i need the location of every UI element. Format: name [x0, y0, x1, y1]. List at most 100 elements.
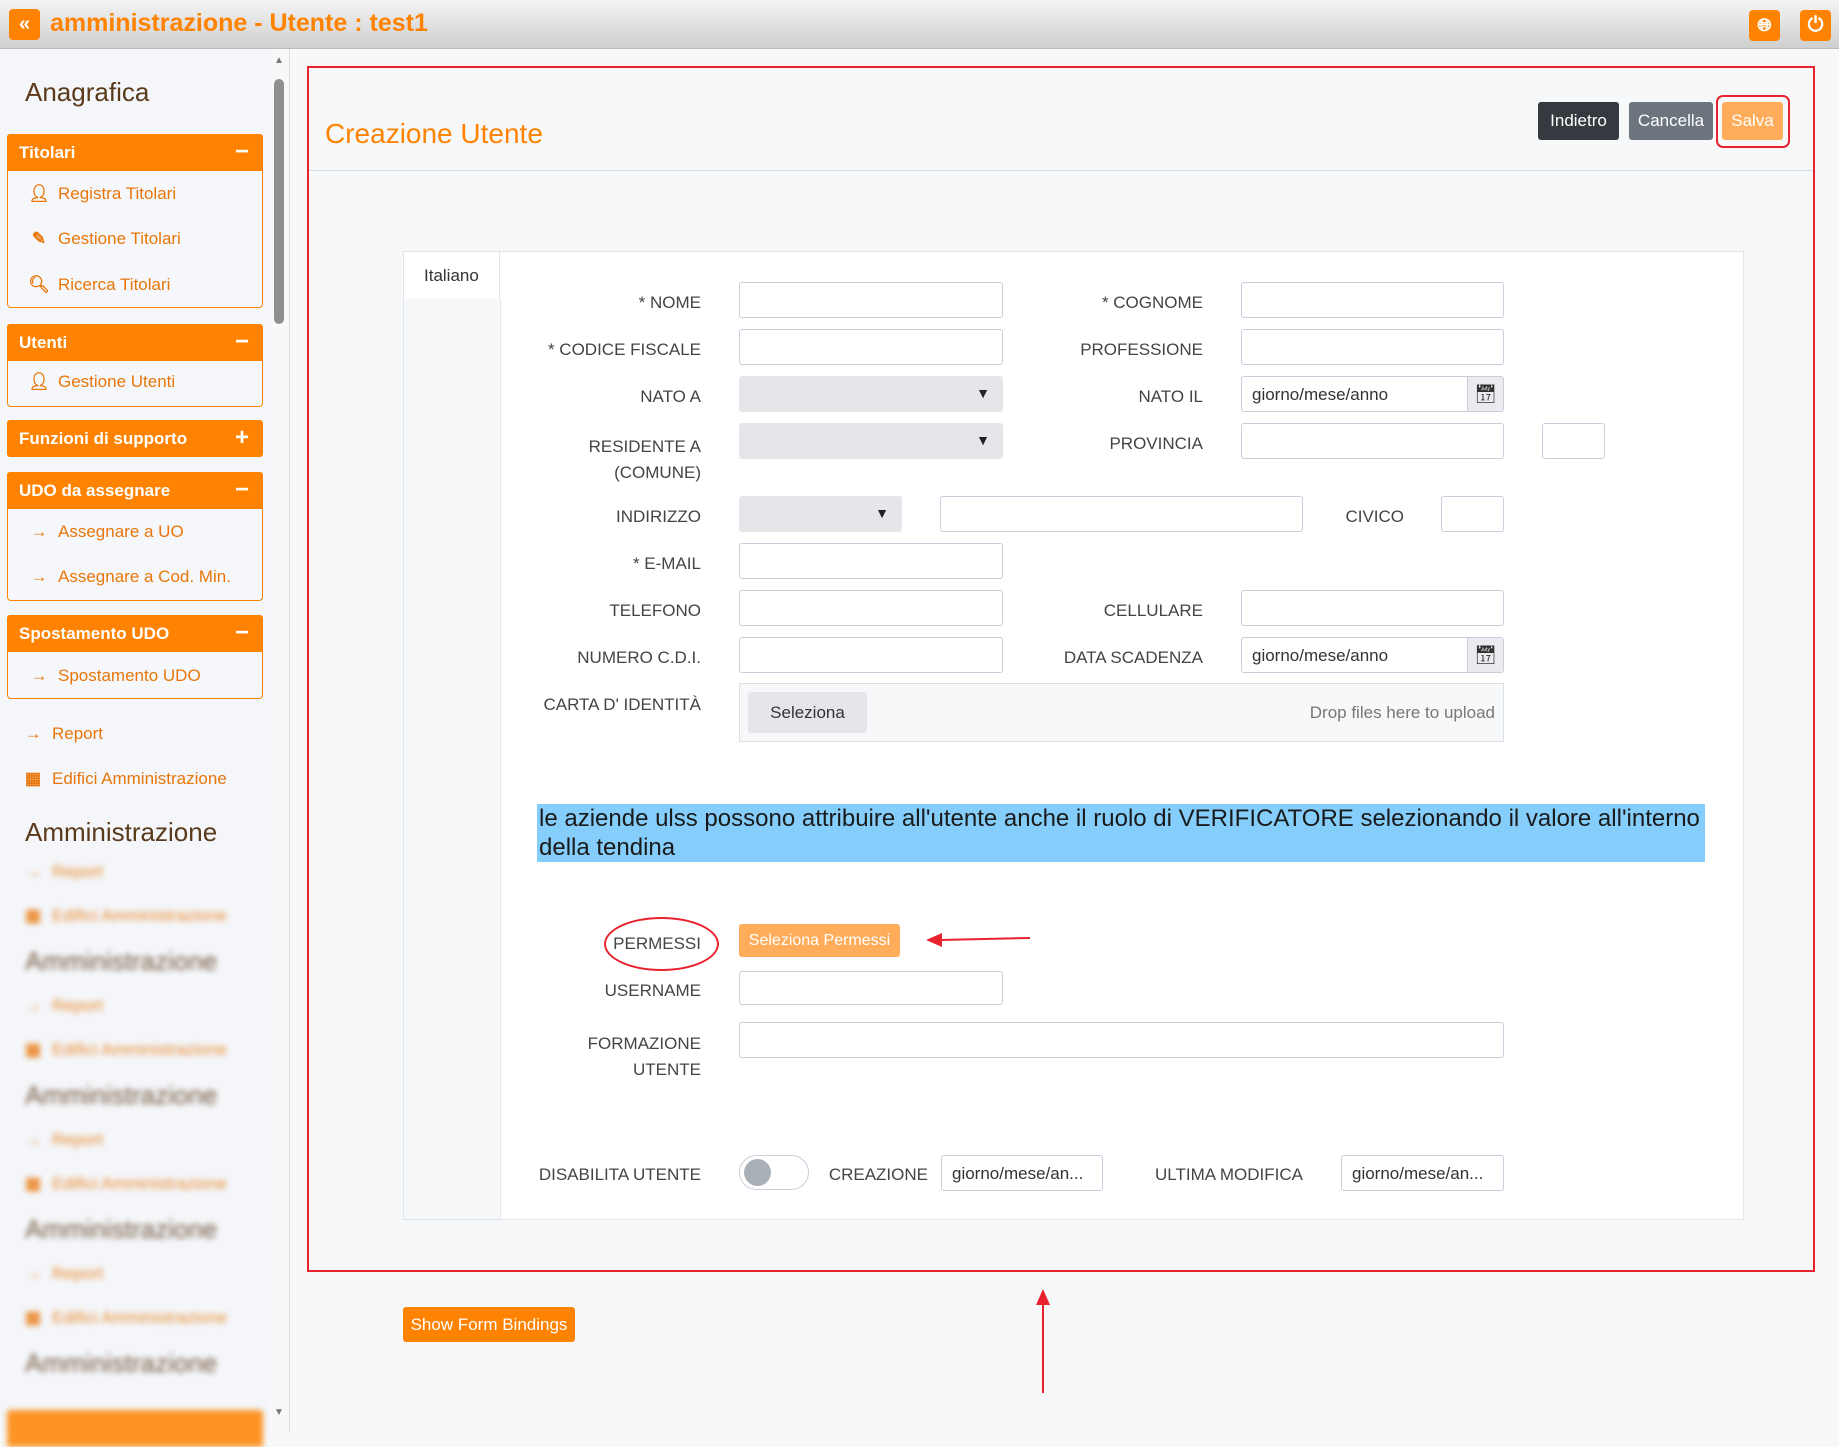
sidebar-item-gestione-titolari[interactable]: ✎ Gestione Titolari — [28, 229, 181, 249]
item-label: Gestione Utenti — [58, 372, 176, 391]
calendar-icon[interactable]: 📅︎ — [1467, 377, 1503, 411]
numero-cdi-input[interactable] — [739, 637, 1003, 673]
date-value: giorno/mese/an... — [1352, 1164, 1484, 1183]
tab-italiano[interactable]: Italiano — [403, 251, 500, 298]
label-professione: PROFESSIONE — [1080, 340, 1203, 359]
codice-fiscale-input[interactable] — [739, 329, 1003, 365]
sidebar-item-registra-titolari[interactable]: 👤︎ Registra Titolari — [28, 184, 176, 204]
label-telefono: TELEFONO — [609, 601, 701, 620]
username-input[interactable] — [739, 971, 1003, 1005]
sidebar-link-edifici[interactable]: ▦ Edifici Amministrazione — [22, 769, 227, 789]
sidebar-item-assegnare-cod-min[interactable]: → Assegnare a Cod. Min. — [28, 567, 231, 587]
sidebar-item-ricerca-titolari[interactable]: 🔍︎ Ricerca Titolari — [28, 275, 170, 295]
blurred-sidebar-group: Amministrazione — [25, 1080, 218, 1110]
label-line: FORMAZIONE — [587, 1034, 701, 1053]
drop-hint: Drop files here to upload — [1309, 703, 1495, 722]
section-utenti-header[interactable]: Utenti − — [7, 324, 263, 361]
label-data-scadenza: DATA SCADENZA — [1063, 648, 1203, 667]
sidebar-link-report[interactable]: → Report — [22, 724, 104, 744]
civico-input[interactable] — [1441, 496, 1504, 532]
sidebar-item-spostamento-udo[interactable]: → Spostamento UDO — [28, 666, 201, 686]
double-chevron-left-icon: « — [18, 13, 31, 35]
page-title: Creazione Utente — [325, 118, 543, 149]
provincia-input[interactable] — [1241, 423, 1504, 459]
indirizzo-input[interactable] — [940, 496, 1303, 532]
date-placeholder: giorno/mese/anno — [1252, 646, 1389, 665]
collapse-sidebar-button[interactable]: « — [9, 9, 40, 40]
data-scadenza-date-input[interactable]: giorno/mese/anno 📅︎ — [1241, 637, 1504, 673]
section-title: Funzioni di supporto — [19, 429, 188, 448]
collapse-icon[interactable]: − — [235, 328, 249, 356]
creazione-date-input[interactable]: giorno/mese/an... — [941, 1155, 1103, 1191]
label-username: USERNAME — [604, 981, 701, 1000]
sidebar-item-gestione-utenti[interactable]: 👤︎ Gestione Utenti — [28, 372, 175, 392]
nato-il-date-input[interactable]: giorno/mese/anno 📅︎ — [1241, 376, 1504, 412]
section-funzioni-header[interactable]: Funzioni di supporto + — [7, 420, 263, 457]
nato-a-select[interactable]: ▼ — [739, 376, 1003, 412]
tab-divider — [500, 298, 501, 1220]
ultima-modifica-date-input[interactable]: giorno/mese/an... — [1341, 1155, 1504, 1191]
section-udo-header[interactable]: UDO da assegnare − — [7, 472, 263, 509]
blurred-sidebar-link: → Report — [24, 862, 104, 881]
section-title: Utenti — [19, 333, 68, 352]
language-button[interactable]: 🌐︎ — [1749, 10, 1780, 41]
nome-input[interactable] — [739, 282, 1003, 318]
item-label: Registra Titolari — [58, 184, 177, 203]
scroll-down-icon[interactable]: ▼ — [274, 1407, 284, 1418]
label-creazione: CREAZIONE — [828, 1165, 928, 1184]
user-edit-icon: 👤︎ — [28, 184, 50, 203]
residente-a-select[interactable]: ▼ — [739, 423, 1003, 459]
app-title: amministrazione - Utente : test1 — [50, 9, 428, 37]
section-title: Titolari — [19, 143, 76, 162]
collapse-icon[interactable]: − — [235, 138, 249, 166]
divider — [309, 170, 1813, 171]
label-line: (COMUNE) — [614, 463, 701, 482]
blurred-sidebar-link: → Report — [24, 996, 104, 1015]
logout-button[interactable]: ⏻ — [1800, 10, 1831, 41]
show-form-bindings-button[interactable]: Show Form Bindings — [403, 1307, 575, 1342]
section-titolari-header[interactable]: Titolari − — [7, 134, 263, 171]
formazione-utente-input[interactable] — [739, 1022, 1504, 1058]
arrow-right-icon: → — [30, 522, 48, 541]
cellulare-input[interactable] — [1241, 590, 1504, 626]
globe-icon: 🌐︎ — [1757, 15, 1772, 35]
power-icon: ⏻ — [1807, 14, 1824, 36]
select-permessi-button[interactable]: Seleziona Permessi — [739, 924, 900, 957]
blurred-sidebar-repeat: → Report ▦ Edifici Amministrazione Amministr… — [0, 862, 270, 1447]
sidebar-item-assegnare-uo[interactable]: → Assegnare a UO — [28, 522, 184, 542]
scroll-up-icon[interactable]: ▲ — [274, 55, 284, 66]
scrollbar-thumb[interactable] — [274, 79, 284, 324]
label-ultima-modifica: ULTIMA MODIFICA — [1155, 1165, 1303, 1184]
item-label: Gestione Titolari — [58, 229, 181, 248]
select-file-button[interactable]: Seleziona — [748, 692, 867, 733]
blurred-sidebar-link: ▦ Edifici Amministrazione — [24, 906, 227, 925]
cognome-input[interactable] — [1241, 282, 1504, 318]
blurred-sidebar-link: ▦ Edifici Amministrazione — [24, 1040, 227, 1059]
cancel-button[interactable]: Cancella — [1629, 102, 1713, 140]
email-input[interactable] — [739, 543, 1003, 579]
professione-input[interactable] — [1241, 329, 1504, 365]
sidebar-scrollbar[interactable]: ▲ ▼ — [272, 49, 290, 1431]
date-value: giorno/mese/an... — [952, 1164, 1084, 1183]
expand-icon[interactable]: + — [235, 424, 249, 452]
back-button[interactable]: Indietro — [1538, 102, 1619, 140]
blurred-section-header — [7, 1410, 263, 1447]
user-edit-icon: 👤︎ — [28, 372, 50, 391]
collapse-icon[interactable]: − — [235, 619, 249, 647]
label-line: UTENTE — [633, 1060, 701, 1079]
collapse-icon[interactable]: − — [235, 476, 249, 504]
label-nato-a: NATO A — [640, 387, 701, 406]
section-spostamento-header[interactable]: Spostamento UDO − — [7, 615, 263, 652]
disabilita-utente-toggle[interactable] — [739, 1155, 809, 1190]
label-cognome: * COGNOME — [1101, 293, 1203, 312]
item-label: Ricerca Titolari — [58, 275, 171, 294]
label-residente-a: RESIDENTE A (COMUNE) — [589, 434, 701, 486]
provincia-code-input[interactable] — [1542, 423, 1605, 459]
section-title: UDO da assegnare — [19, 481, 171, 500]
label-indirizzo: INDIRIZZO — [616, 507, 701, 526]
calendar-icon[interactable]: 📅︎ — [1467, 638, 1503, 672]
indirizzo-type-select[interactable]: ▼ — [739, 496, 902, 532]
telefono-input[interactable] — [739, 590, 1003, 626]
annotation-arrow-up — [1036, 1289, 1050, 1393]
label-email: * E-MAIL — [632, 554, 701, 573]
